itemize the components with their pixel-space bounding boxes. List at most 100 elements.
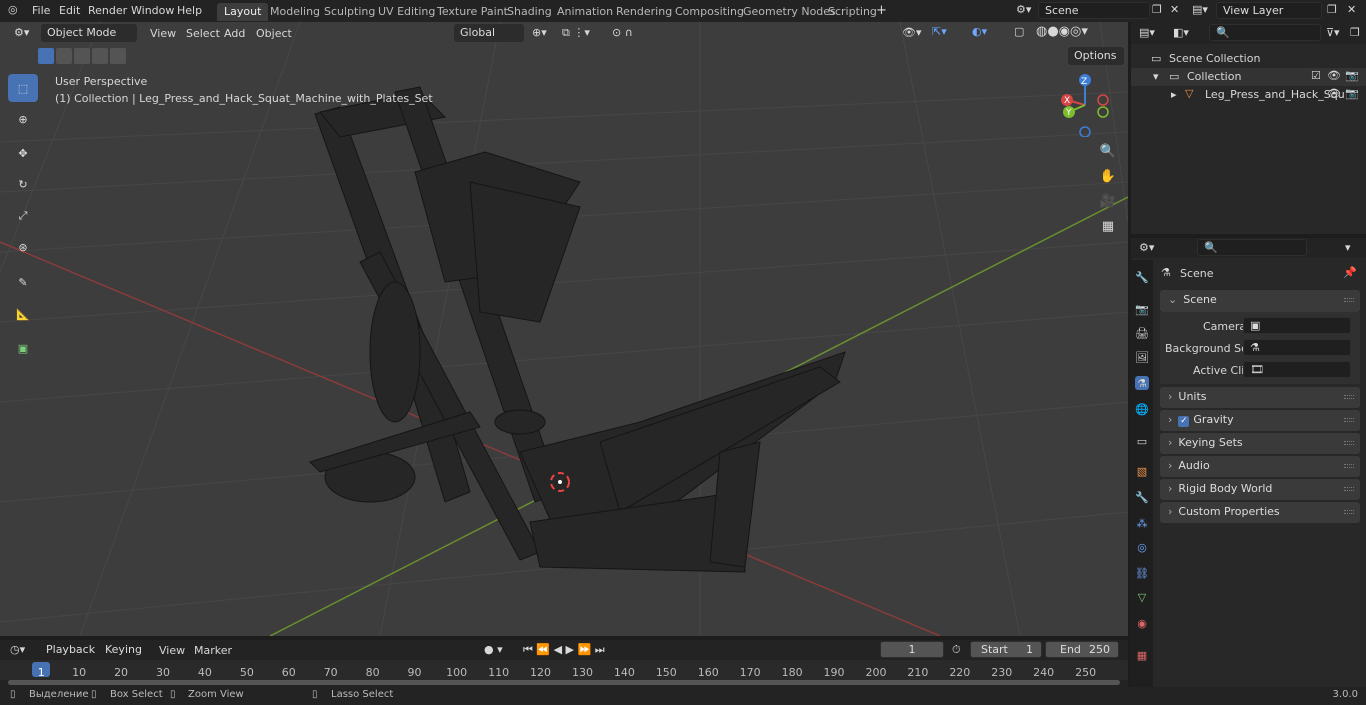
menu-view[interactable]: View xyxy=(150,27,176,40)
add-cube-tool-icon[interactable]: ▣ xyxy=(8,334,38,362)
particles-tab-icon[interactable]: ⁂ xyxy=(1135,516,1149,530)
timeline-editor-icon[interactable]: ◷▾ xyxy=(10,643,25,656)
select-box-tool-icon[interactable]: ⬚ xyxy=(8,74,38,102)
expand-arrow-icon[interactable]: ▸ xyxy=(1171,88,1177,101)
display-mode-icon[interactable]: ◧▾ xyxy=(1173,26,1189,39)
visibility-icon[interactable]: 👁▾ xyxy=(902,26,922,39)
select-new-icon[interactable] xyxy=(38,48,54,64)
playback-menu[interactable]: Playback ▾ xyxy=(40,641,97,669)
constraints-tab-icon[interactable]: ⛓ xyxy=(1135,566,1149,580)
pivot-point-icon[interactable]: ⊕▾ xyxy=(532,26,547,39)
end-frame-field[interactable]: End 250 xyxy=(1045,641,1119,658)
camera-field[interactable]: ▣ xyxy=(1243,317,1351,334)
scale-tool-icon[interactable]: ⤢ xyxy=(8,202,38,230)
outliner-editor-icon[interactable]: ▤▾ xyxy=(1139,26,1155,39)
gizmo-toggle-icon[interactable]: ⇱▾ xyxy=(932,25,947,38)
menu-select[interactable]: Select xyxy=(186,27,220,40)
menu-edit[interactable]: Edit xyxy=(59,4,80,17)
outliner-search-input[interactable]: 🔍 xyxy=(1209,24,1321,41)
panel-custom-properties[interactable]: › Custom Properties xyxy=(1160,502,1360,523)
menu-file[interactable]: File xyxy=(32,4,50,17)
panel-scene-header[interactable]: ⌄ Scene xyxy=(1160,290,1360,312)
transform-orientation-dropdown[interactable]: Global xyxy=(454,24,524,42)
visibility-eye-icon[interactable]: 👁 xyxy=(1327,69,1341,82)
timer-icon[interactable]: ⏱ xyxy=(952,643,961,657)
new-scene-icon[interactable]: ❐ xyxy=(1152,3,1162,16)
xray-icon[interactable]: ▢ xyxy=(1014,25,1024,38)
properties-editor-icon[interactable]: ⚙▾ xyxy=(1139,241,1154,254)
properties-search-input[interactable]: 🔍 xyxy=(1197,239,1307,256)
filter-icon[interactable]: ⊽▾ xyxy=(1326,26,1340,39)
options-button[interactable]: Options xyxy=(1068,47,1124,65)
timeline-scrollbar[interactable] xyxy=(8,680,1120,685)
menu-render[interactable]: Render xyxy=(88,4,127,17)
visibility-eye-icon[interactable]: 👁 xyxy=(1327,87,1341,100)
drag-grip-icon[interactable] xyxy=(1344,487,1354,491)
expand-arrow-icon[interactable]: ▾ xyxy=(1153,70,1159,83)
drag-grip-icon[interactable] xyxy=(1344,441,1354,445)
world-tab-icon[interactable]: 🌐 xyxy=(1135,402,1149,416)
delete-scene-icon[interactable]: ✕ xyxy=(1170,3,1179,16)
properties-options-icon[interactable]: ▾ xyxy=(1345,241,1351,254)
menu-object[interactable]: Object xyxy=(256,27,292,40)
scene-name-field[interactable]: Scene xyxy=(1038,2,1150,19)
data-tab-icon[interactable]: ▽ xyxy=(1135,590,1149,604)
pan-hand-icon[interactable]: ✋ xyxy=(1097,165,1119,187)
active-clip-field[interactable]: 🎞 xyxy=(1243,361,1351,378)
outliner-row-collection[interactable]: ▾ ▭ Collection ☑ 👁 📷 xyxy=(1131,68,1366,86)
tab-layout[interactable]: Layout xyxy=(217,3,269,21)
menu-window[interactable]: Window xyxy=(131,4,174,17)
add-workspace-button[interactable]: + xyxy=(876,3,887,18)
selection-mode-buttons[interactable] xyxy=(38,48,126,64)
measure-tool-icon[interactable]: 📐 xyxy=(8,300,38,328)
collection-tab-icon[interactable]: ▭ xyxy=(1135,434,1149,448)
snap-icon[interactable]: ⧉ ⋮▾ xyxy=(562,26,590,40)
drag-grip-icon[interactable] xyxy=(1344,298,1354,302)
render-camera-icon[interactable]: 📷 xyxy=(1345,87,1359,100)
view-layer-field[interactable]: View Layer xyxy=(1216,2,1322,19)
camera-view-icon[interactable]: 🎥 xyxy=(1097,190,1119,212)
menu-help[interactable]: Help xyxy=(177,4,202,17)
transform-tool-icon[interactable]: ⊛ xyxy=(8,233,38,261)
playback-controls-icons[interactable]: ⏮ ⏪ ◀ ▶ ⏩ ⏭ xyxy=(523,643,605,657)
new-view-layer-icon[interactable]: ❐ xyxy=(1327,3,1337,16)
outliner-row-object[interactable]: ▸ ▽ Leg_Press_and_Hack_Squ 👁 📷 xyxy=(1131,86,1366,104)
background-scene-field[interactable]: ⚗ xyxy=(1243,339,1351,356)
3d-viewport[interactable]: ⚙▾ Object Mode View Select Add Object Gl… xyxy=(0,22,1128,636)
material-tab-icon[interactable]: ◉ xyxy=(1135,616,1149,630)
drag-grip-icon[interactable] xyxy=(1344,395,1354,399)
panel-rigid-body-world[interactable]: › Rigid Body World xyxy=(1160,479,1360,500)
menu-add[interactable]: Add xyxy=(224,27,245,40)
outliner-panel[interactable]: ▤▾ ◧▾ 🔍 ⊽▾ ❐ ▭ Scene Collection ▾ ▭ Coll… xyxy=(1131,22,1366,234)
pin-icon[interactable]: 📌 xyxy=(1343,266,1357,279)
modifier-tab-icon[interactable]: 🔧 xyxy=(1135,490,1149,504)
render-camera-icon[interactable]: 📷 xyxy=(1345,69,1359,82)
new-collection-icon[interactable]: ❐ xyxy=(1350,26,1360,39)
panel-gravity[interactable]: › ✓ Gravity xyxy=(1160,410,1360,431)
timeline-panel[interactable]: ◷▾ Playback ▾ Keying ▾ View Marker ● ▾ ⏮… xyxy=(0,640,1128,687)
rotate-tool-icon[interactable]: ↻ xyxy=(8,170,38,198)
zoom-icon[interactable]: 🔍 xyxy=(1097,140,1119,162)
current-frame-field[interactable]: 1 xyxy=(880,641,944,658)
scene-tab-icon[interactable]: ⚗ xyxy=(1135,376,1149,390)
blender-logo-icon[interactable]: ◎ xyxy=(8,3,18,16)
panel-audio[interactable]: › Audio xyxy=(1160,456,1360,477)
panel-keying-sets[interactable]: › Keying Sets xyxy=(1160,433,1360,454)
navigation-gizmo[interactable]: Z X Y xyxy=(1055,72,1120,137)
annotate-tool-icon[interactable]: ✎ xyxy=(8,268,38,296)
exclude-checkbox-icon[interactable]: ☑ xyxy=(1311,69,1321,82)
physics-tab-icon[interactable]: ◎ xyxy=(1135,540,1149,554)
view-layer-tab-icon[interactable]: 🖼 xyxy=(1135,350,1149,364)
ortho-grid-icon[interactable]: ▦ xyxy=(1097,215,1119,237)
select-invert-icon[interactable] xyxy=(92,48,108,64)
output-tab-icon[interactable]: 🖨 xyxy=(1135,326,1149,340)
shading-mode-icons[interactable]: ◍●◉◎▾ xyxy=(1036,24,1088,39)
editor-type-icon[interactable]: ⚙▾ xyxy=(8,24,36,42)
delete-view-layer-icon[interactable]: ✕ xyxy=(1347,3,1356,16)
menu-view[interactable]: View xyxy=(159,644,185,657)
drag-grip-icon[interactable] xyxy=(1344,464,1354,468)
tab-scripting[interactable]: Scripting xyxy=(821,3,884,21)
select-intersect-icon[interactable] xyxy=(110,48,126,64)
start-frame-field[interactable]: Start 1 xyxy=(970,641,1042,658)
outliner-row-scene-collection[interactable]: ▭ Scene Collection xyxy=(1131,50,1366,68)
